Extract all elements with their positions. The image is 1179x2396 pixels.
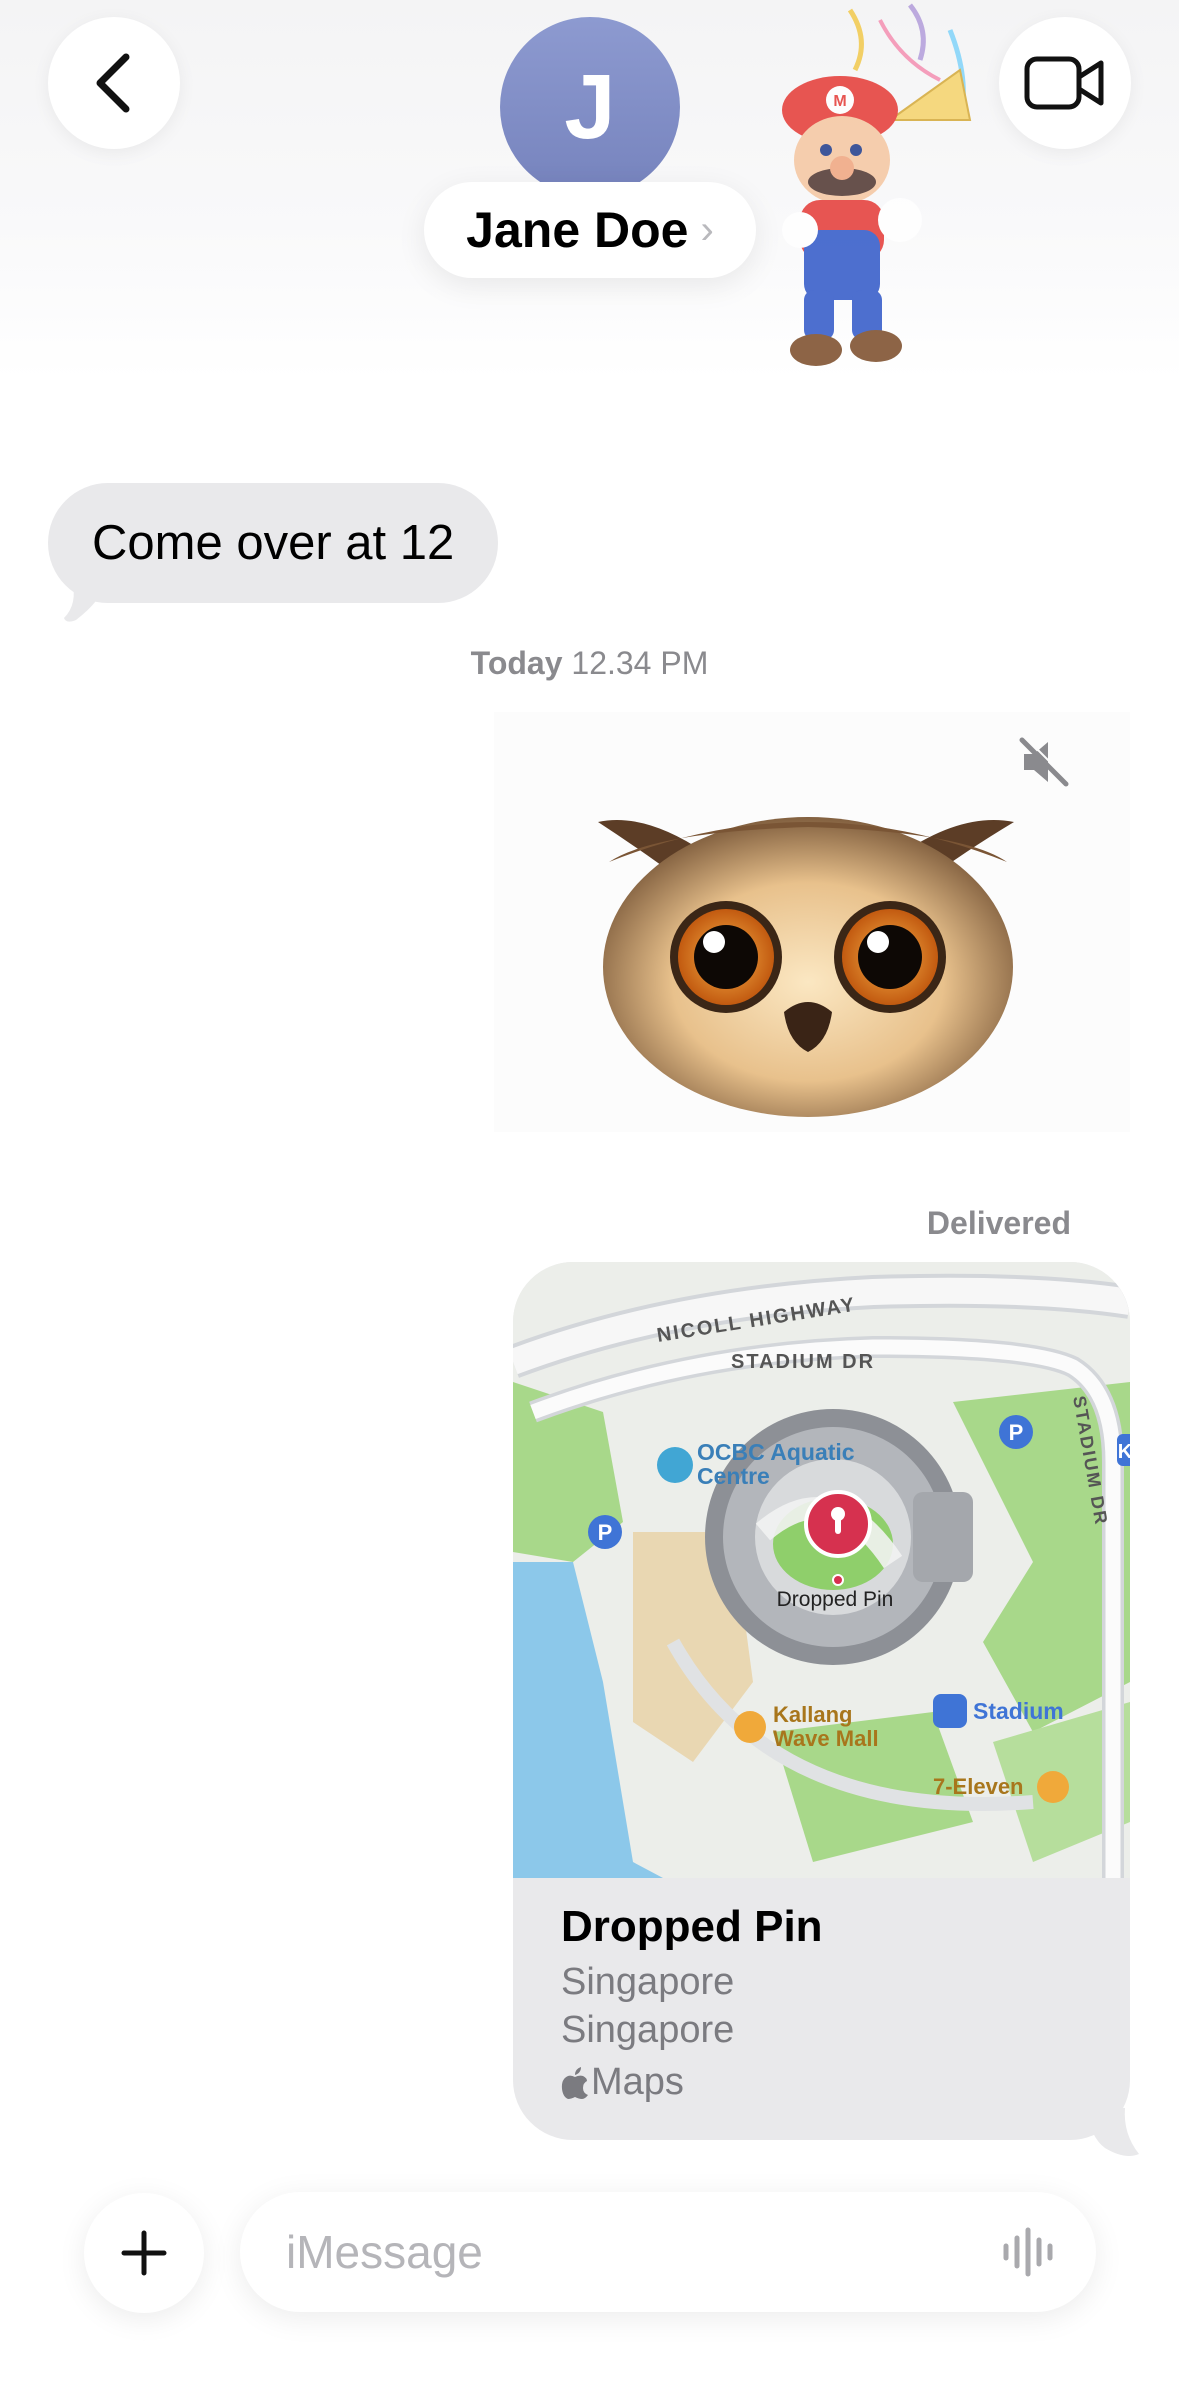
message-input-container[interactable] bbox=[240, 2192, 1096, 2312]
map-label-parking-1: P bbox=[1009, 1420, 1024, 1445]
video-call-button[interactable] bbox=[999, 17, 1131, 149]
plus-icon bbox=[121, 2230, 167, 2276]
map-label-kallang-1: Kallang bbox=[773, 1702, 852, 1727]
location-details: Dropped Pin Singapore Singapore Maps bbox=[561, 1902, 823, 2110]
map-label-edge-badge: K bbox=[1118, 1441, 1130, 1463]
map-preview[interactable]: P P K NICOLL HIGHWAY STADIUM DR STADIUM … bbox=[513, 1262, 1130, 1878]
contact-name-button[interactable]: Jane Doe › bbox=[424, 182, 756, 278]
delivery-status: Delivered bbox=[926, 1205, 1071, 1241]
bubble-tail bbox=[64, 580, 107, 622]
map-label-ocbc-1: OCBC Aquatic bbox=[697, 1439, 855, 1465]
message-text: Come over at 12 bbox=[92, 516, 455, 570]
location-title: Dropped Pin bbox=[561, 1902, 823, 1951]
avatar-initial: J bbox=[564, 55, 616, 158]
message-timestamp: Today 12.34 PM bbox=[0, 645, 1179, 682]
message-input[interactable] bbox=[286, 2220, 986, 2284]
map-label-stadium-dr: STADIUM DR bbox=[731, 1351, 875, 1373]
map-label-7-eleven: 7-Eleven bbox=[933, 1774, 1024, 1799]
back-button[interactable] bbox=[48, 17, 180, 149]
location-card[interactable]: P P K NICOLL HIGHWAY STADIUM DR STADIUM … bbox=[513, 1262, 1130, 2140]
add-attachment-button[interactable] bbox=[84, 2193, 204, 2313]
timestamp-day: Today bbox=[470, 645, 563, 681]
chevron-right-icon: › bbox=[700, 207, 714, 252]
speaker-muted-icon[interactable] bbox=[1016, 734, 1072, 790]
map-label-stadium-station: Stadium bbox=[973, 1698, 1064, 1724]
chevron-left-icon bbox=[96, 53, 130, 113]
map-label-kallang-2: Wave Mall bbox=[773, 1726, 879, 1751]
maps-label: Maps bbox=[591, 2061, 684, 2103]
map-label-parking-2: P bbox=[598, 1520, 613, 1545]
mario-sticker[interactable]: M bbox=[760, 0, 990, 370]
svg-text:M: M bbox=[833, 93, 846, 110]
waveform-icon[interactable] bbox=[1000, 2226, 1060, 2278]
location-line-1: Singapore bbox=[561, 1961, 735, 2003]
bubble-tail bbox=[1085, 2108, 1139, 2156]
contact-name: Jane Doe bbox=[466, 202, 689, 258]
map-label-ocbc-2: Centre bbox=[697, 1463, 770, 1489]
video-camera-icon bbox=[1024, 56, 1104, 110]
apple-logo-icon bbox=[561, 2067, 588, 2099]
location-line-2: Singapore bbox=[561, 2009, 735, 2051]
location-source: Maps bbox=[561, 2054, 823, 2110]
map-label-dropped-pin: Dropped Pin bbox=[777, 1588, 894, 1611]
incoming-message-bubble[interactable]: Come over at 12 bbox=[48, 483, 499, 603]
contact-avatar[interactable]: J bbox=[500, 17, 680, 197]
timestamp-time: 12.34 PM bbox=[571, 645, 709, 681]
